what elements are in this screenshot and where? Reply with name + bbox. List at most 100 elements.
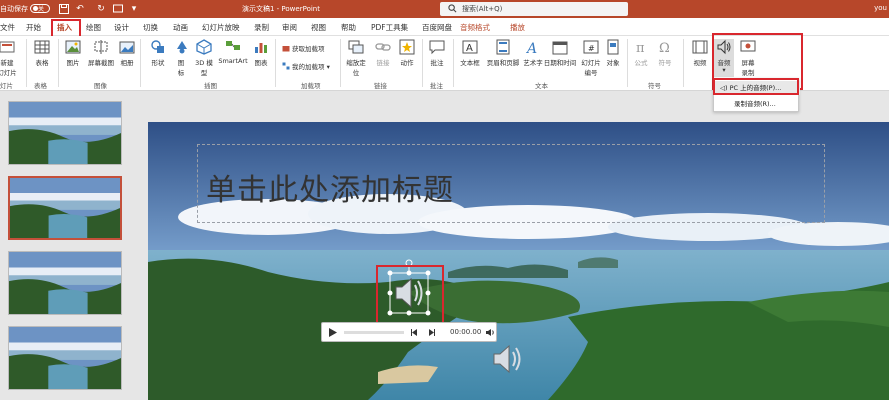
symbol-button[interactable]: Ω 符号 (657, 39, 673, 67)
action-label: 动作 (400, 59, 414, 67)
group-illustrations-label: 插图 (204, 82, 217, 90)
volume-icon[interactable] (485, 328, 495, 337)
slide-canvas[interactable]: 单击此处添加标题 00:00.00 (148, 122, 889, 400)
group-slides-label: 灯片 (0, 82, 13, 90)
tab-playback[interactable]: 播放 (510, 22, 525, 33)
search-icon (448, 4, 457, 13)
user-name[interactable]: you (874, 4, 887, 12)
textbox-icon: A (462, 40, 478, 54)
divider (140, 39, 141, 87)
comment-icon (429, 40, 445, 55)
link-button[interactable]: 链接 (374, 39, 392, 67)
slide-number-label: 幻灯片 编号 (581, 59, 601, 77)
undo-icon[interactable]: ↶ (74, 3, 86, 15)
new-slide-label: 新建 幻灯片 (0, 59, 17, 77)
title-bar: 自动保存 关 ↶ ↻ ▾ 演示文稿1 - PowerPoint 搜索(Alt+Q… (0, 0, 889, 18)
wordart-button[interactable]: A 艺术字 (522, 39, 544, 67)
icons-button[interactable]: 图 标 (174, 39, 188, 77)
header-footer-label: 页眉和页脚 (486, 59, 520, 67)
tab-slideshow[interactable]: 幻灯片放映 (202, 22, 240, 33)
screenshot-button[interactable]: 屏幕截图 (85, 39, 117, 67)
picture-button[interactable]: 图片 (63, 39, 83, 67)
menu-item-record-audio[interactable]: 录制音频(R)... (714, 97, 800, 111)
divider (683, 39, 684, 87)
group-addins-label: 加载项 (301, 82, 321, 90)
pi-icon: π (636, 41, 645, 55)
audio-speaker-icon[interactable] (490, 340, 528, 378)
slideshow-icon[interactable] (112, 3, 124, 15)
play-icon[interactable] (327, 327, 338, 338)
album-button[interactable]: 相册 (118, 39, 136, 67)
action-button[interactable]: 动作 (398, 39, 416, 67)
landscape-thumbnail-image (9, 327, 121, 389)
divider (422, 39, 423, 87)
save-icon[interactable] (58, 3, 70, 15)
rewind-icon[interactable] (410, 328, 418, 337)
tab-baidu-netdisk[interactable]: 百度网盘 (422, 22, 452, 33)
tab-animations[interactable]: 动画 (173, 22, 188, 33)
tab-pdf-tools[interactable]: PDF工具集 (371, 22, 408, 33)
tab-file[interactable]: 文件 (0, 22, 15, 33)
table-button[interactable]: 表格 (31, 39, 53, 67)
slide-thumbnail[interactable] (8, 251, 122, 315)
redo-icon[interactable]: ↻ (95, 3, 107, 15)
search-box[interactable]: 搜索(Alt+Q) (440, 2, 628, 16)
equation-button[interactable]: π 公式 (633, 39, 649, 67)
tab-transitions[interactable]: 切换 (143, 22, 158, 33)
tab-home[interactable]: 开始 (26, 22, 41, 33)
slide-thumbnail-selected[interactable] (8, 176, 122, 240)
picture-icon (65, 40, 81, 54)
landscape-thumbnail-image (9, 252, 121, 314)
customize-qat-icon[interactable]: ▾ (128, 3, 140, 15)
icons-icon (177, 41, 187, 54)
action-star-icon (399, 39, 415, 55)
comment-button[interactable]: 批注 (428, 39, 446, 67)
header-footer-button[interactable]: 页眉和页脚 (485, 39, 521, 67)
object-button[interactable]: 对象 (605, 39, 621, 67)
svg-text:π: π (636, 41, 645, 55)
new-slide-button[interactable]: 新建 幻灯片 (0, 39, 20, 77)
tab-review[interactable]: 审阅 (282, 22, 297, 33)
smartart-button[interactable]: SmartArt (218, 39, 248, 65)
slide-thumbnails-pane (0, 91, 133, 400)
slide-thumbnail[interactable] (8, 101, 122, 165)
slide-number-button[interactable]: # 幻灯片 编号 (580, 39, 602, 77)
tab-record[interactable]: 录制 (254, 22, 269, 33)
textbox-label: 文本框 (460, 59, 480, 67)
group-images-label: 图像 (94, 82, 107, 90)
tab-view[interactable]: 视图 (311, 22, 326, 33)
fast-forward-icon[interactable] (428, 328, 436, 337)
link-icon (375, 43, 391, 51)
group-symbols-label: 符号 (648, 82, 661, 90)
audio-progress-track[interactable] (344, 331, 404, 334)
audio-time: 00:00.00 (450, 328, 482, 336)
landscape-thumbnail-image (9, 102, 121, 164)
slide-thumbnail[interactable] (8, 326, 122, 390)
get-addins-label: 获取加载项 (292, 45, 325, 53)
shapes-button[interactable]: 形状 (149, 39, 167, 67)
group-tables-label: 表格 (34, 82, 47, 90)
textbox-button[interactable]: A 文本框 (458, 39, 482, 67)
group-comments-label: 批注 (430, 82, 443, 90)
tab-help[interactable]: 帮助 (341, 22, 356, 33)
tab-audio-format[interactable]: 音频格式 (460, 22, 490, 33)
header-footer-icon (496, 39, 510, 55)
3d-models-button[interactable]: 3D 模 型 (194, 39, 214, 77)
screenshot-icon (94, 40, 108, 54)
get-addins-button[interactable]: 获取加载项 (282, 43, 325, 53)
chart-button[interactable]: 图表 (252, 39, 270, 67)
equation-label: 公式 (634, 59, 648, 67)
album-label: 相册 (120, 59, 134, 67)
video-button[interactable]: 视频 (691, 39, 709, 67)
autosave-state: 关 (38, 6, 45, 13)
tab-draw[interactable]: 绘图 (86, 22, 101, 33)
my-addins-button[interactable]: 我的加载项 ▾ (282, 61, 330, 71)
video-label: 视频 (693, 59, 707, 67)
omega-icon: Ω (659, 41, 670, 55)
chart-label: 图表 (254, 59, 268, 67)
tab-design[interactable]: 设计 (114, 22, 129, 33)
date-time-button[interactable]: 日期和时间 (542, 39, 578, 67)
title-placeholder[interactable]: 单击此处添加标题 (197, 144, 825, 223)
zoom-button[interactable]: 缩放定 位 (344, 39, 368, 77)
audio-selection-highlight (376, 265, 444, 324)
